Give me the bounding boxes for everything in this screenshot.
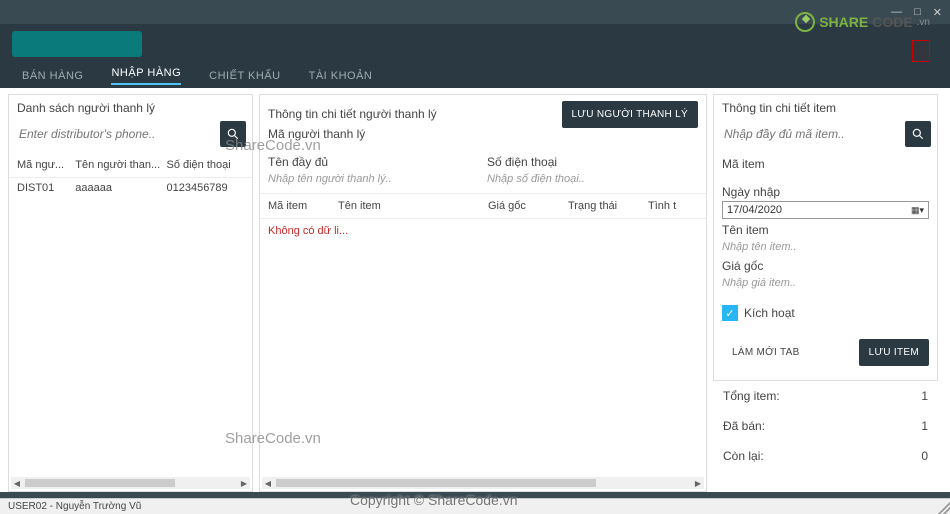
main-content: Danh sách người thanh lý Mã ngư... Tên n… [0, 88, 950, 492]
phone-label: Số điện thoại [487, 155, 698, 169]
reset-tab-button[interactable]: LÀM MỚI TAB [722, 339, 810, 366]
active-label: Kích hoạt [744, 306, 795, 320]
item-detail-title: Thông tin chi tiết item [714, 95, 937, 121]
logo-icon [795, 12, 815, 32]
horizontal-scrollbar[interactable]: ◀ ▶ [11, 477, 250, 489]
col-item-state: Tình t [648, 200, 698, 212]
active-checkbox[interactable]: ✓ [722, 305, 738, 321]
distributor-detail-panel: Thông tin chi tiết người thanh lý Mã ngư… [259, 94, 707, 492]
distributor-search-input[interactable] [17, 121, 216, 147]
stat-remain: Còn lại: 0 [713, 441, 938, 471]
fullname-label: Tên đầy đủ [268, 155, 479, 169]
stat-remain-value: 0 [921, 449, 928, 463]
logo-text2: CODE [872, 14, 912, 30]
item-code-search-input[interactable] [722, 121, 901, 147]
logo-suffix: .vn [917, 17, 930, 28]
item-detail-panel: Thông tin chi tiết item Mã item Ngày nhậ… [713, 94, 938, 492]
distributor-code-label: Mã người thanh lý [268, 127, 445, 141]
items-empty-message: Không có dữ li... [260, 219, 706, 243]
col-phone: Số điện thoại [166, 159, 244, 171]
fullname-input[interactable]: Nhập tên người thanh lý.. [268, 171, 479, 187]
main-tabs: BÁN HÀNG NHẬP HÀNG CHIẾT KHẤU TÀI KHOẢN [0, 64, 950, 88]
save-item-button[interactable]: LƯU ITEM [859, 339, 929, 366]
col-item-code: Mã item [268, 200, 338, 212]
window-close[interactable]: ✕ [933, 6, 942, 19]
tab-chiet-khau[interactable]: CHIẾT KHẤU [209, 70, 280, 82]
tab-nhap-hang[interactable]: NHẬP HÀNG [111, 67, 181, 85]
header-primary-button[interactable] [12, 31, 142, 57]
scroll-left-arrow[interactable]: ◀ [262, 477, 274, 489]
col-code: Mã ngư... [17, 159, 71, 171]
scroll-thumb[interactable] [276, 479, 596, 487]
tab-ban-hang[interactable]: BÁN HÀNG [22, 70, 83, 82]
cell-name: aaaaaa [75, 182, 162, 194]
col-name: Tên người than... [75, 159, 162, 171]
stat-sold-label: Đã bán: [723, 419, 765, 433]
save-distributor-button[interactable]: LƯU NGƯỜI THANH LÝ [562, 101, 698, 128]
date-value: 17/04/2020 [727, 204, 782, 216]
item-search-button[interactable] [905, 121, 931, 147]
cell-code: DIST01 [17, 182, 71, 194]
statusbar: USER02 - Nguyễn Trường Vũ [0, 498, 950, 514]
scroll-thumb[interactable] [25, 479, 175, 487]
scroll-right-arrow[interactable]: ▶ [238, 477, 250, 489]
distributor-list-panel: Danh sách người thanh lý Mã ngư... Tên n… [8, 94, 253, 492]
items-table-header: Mã item Tên item Giá gốc Trạng thái Tình… [260, 193, 706, 219]
stat-total: Tổng item: 1 [713, 381, 938, 411]
col-item-name: Tên item [338, 200, 488, 212]
distributor-table-header: Mã ngư... Tên người than... Số điện thoạ… [9, 153, 252, 178]
stat-sold-value: 1 [921, 419, 928, 433]
item-code-label: Mã item [722, 157, 929, 171]
calendar-icon[interactable]: ▦▾ [911, 205, 924, 216]
distributor-table-row[interactable]: DIST01 aaaaaa 0123456789 [9, 178, 252, 198]
scroll-left-arrow[interactable]: ◀ [11, 477, 23, 489]
stat-remain-label: Còn lại: [723, 449, 764, 463]
item-date-input[interactable]: 17/04/2020 ▦▾ [722, 201, 929, 219]
item-name-input[interactable]: Nhập tên item.. [722, 239, 929, 255]
notification-badge-icon[interactable] [912, 40, 930, 62]
item-price-input[interactable]: Nhập giá item.. [722, 275, 929, 291]
col-item-status: Trạng thái [568, 200, 648, 212]
item-name-label: Tên item [722, 223, 929, 237]
phone-input[interactable]: Nhập số điện thoại.. [487, 171, 698, 187]
stat-sold: Đã bán: 1 [713, 411, 938, 441]
resize-grip[interactable] [938, 502, 950, 514]
search-icon [226, 127, 240, 141]
tab-tai-khoan[interactable]: TÀI KHOẢN [309, 70, 373, 82]
scroll-right-arrow[interactable]: ▶ [692, 477, 704, 489]
horizontal-scrollbar[interactable]: ◀ ▶ [262, 477, 704, 489]
logo-text1: SHARE [819, 14, 868, 30]
stat-total-label: Tổng item: [723, 389, 780, 403]
distributor-list-title: Danh sách người thanh lý [9, 95, 252, 121]
distributor-search-button[interactable] [220, 121, 246, 147]
distributor-detail-title: Thông tin chi tiết người thanh lý [268, 101, 445, 127]
item-price-label: Giá gốc [722, 259, 929, 273]
cell-phone: 0123456789 [166, 182, 244, 194]
brand-logo: SHARECODE .vn [795, 12, 930, 32]
stat-total-value: 1 [921, 389, 928, 403]
col-item-price: Giá gốc [488, 200, 568, 212]
item-date-label: Ngày nhập [722, 185, 929, 199]
search-icon [911, 127, 925, 141]
